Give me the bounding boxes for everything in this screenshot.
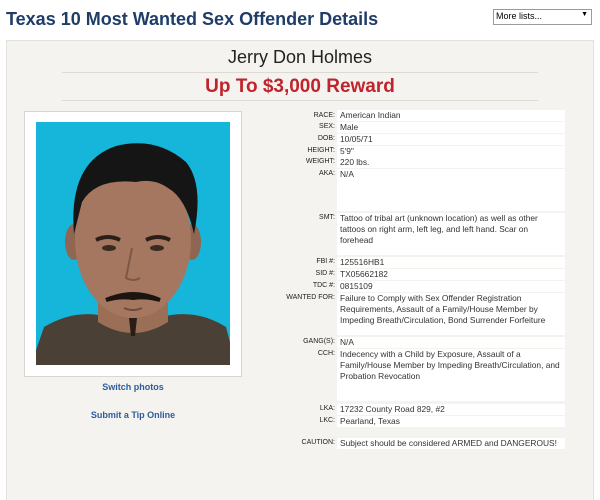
weight-value: 220 lbs. bbox=[337, 157, 565, 168]
mugshot-frame bbox=[24, 111, 242, 377]
aka-label: AKA: bbox=[319, 170, 335, 177]
caution-label: CAUTION: bbox=[301, 439, 335, 446]
aka-value: N/A bbox=[337, 169, 565, 211]
cch-value: Indecency with a Child by Exposure, Assa… bbox=[337, 349, 565, 401]
race-value: American Indian bbox=[337, 110, 565, 121]
race-label: RACE: bbox=[313, 112, 335, 119]
smt-value: Tattoo of tribal art (unknown location) … bbox=[337, 213, 565, 255]
page-title: Texas 10 Most Wanted Sex Offender Detail… bbox=[6, 9, 379, 29]
sid-label: SID #: bbox=[315, 270, 335, 277]
sex-label: SEX: bbox=[319, 123, 335, 130]
caution-value: Subject should be considered ARMED and D… bbox=[337, 438, 565, 449]
divider bbox=[62, 72, 538, 73]
more-lists-label: More lists... bbox=[496, 11, 543, 21]
lkc-label: LKC: bbox=[319, 417, 335, 424]
tdc-value: 0815109 bbox=[337, 281, 565, 292]
divider bbox=[62, 100, 538, 101]
switch-photos-link[interactable]: Switch photos bbox=[24, 382, 242, 392]
reward-amount: Up To $3,000 Reward bbox=[205, 76, 395, 97]
smt-label: SMT: bbox=[319, 214, 335, 221]
wanted-for-value: Failure to Comply with Sex Offender Regi… bbox=[337, 293, 565, 335]
dob-label: DOB: bbox=[317, 135, 335, 142]
sid-value: TX05662182 bbox=[337, 269, 565, 280]
gangs-label: GANG(S): bbox=[303, 338, 335, 345]
height-label: HEIGHT: bbox=[307, 147, 335, 154]
lka-value: 17232 County Road 829, #2 bbox=[337, 404, 565, 415]
dropdown-arrow-icon: ▼ bbox=[581, 11, 588, 18]
offender-name: Jerry Don Holmes bbox=[227, 47, 373, 67]
mugshot-photo bbox=[36, 122, 230, 365]
height-value: 5'9" bbox=[337, 146, 565, 157]
fbi-value: 125516HB1 bbox=[337, 257, 565, 268]
more-lists-select[interactable]: More lists... ▼ bbox=[493, 9, 592, 25]
dob-value: 10/05/71 bbox=[337, 134, 565, 145]
tdc-label: TDC #: bbox=[312, 282, 335, 289]
sex-value: Male bbox=[337, 122, 565, 133]
submit-tip-link[interactable]: Submit a Tip Online bbox=[24, 410, 242, 420]
lkc-value: Pearland, Texas bbox=[337, 416, 565, 427]
cch-label: CCH: bbox=[317, 350, 335, 357]
fbi-label: FBI #: bbox=[316, 258, 335, 265]
lka-label: LKA: bbox=[319, 405, 335, 412]
weight-label: WEIGHT: bbox=[305, 158, 335, 165]
gangs-value: N/A bbox=[337, 337, 565, 348]
wanted-for-label: WANTED FOR: bbox=[286, 294, 335, 301]
